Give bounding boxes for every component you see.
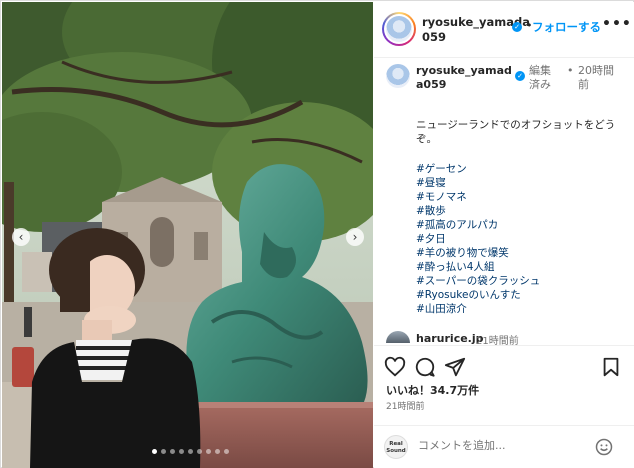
hashtag-link[interactable]: #昼寝 — [416, 176, 616, 190]
hashtag-list: #ゲーセン #昼寝 #モノマネ #散歩 #孤高のアルパカ #夕日 #羊の被り物で爆笑 #酔っ払… — [416, 162, 616, 316]
photo-illustration — [2, 2, 373, 468]
follow-button[interactable]: フォローする — [532, 19, 601, 35]
hashtag-link[interactable]: #モノマネ — [416, 190, 616, 204]
carousel-dot — [179, 449, 184, 454]
carousel-dot — [161, 449, 166, 454]
comment-composer: Real Sound — [374, 425, 634, 468]
more-options-icon[interactable]: ••• — [602, 16, 632, 32]
verified-badge-icon: ✓ — [512, 22, 522, 32]
post-timestamp[interactable]: 21時間前 — [386, 399, 424, 412]
carousel-dot — [188, 449, 193, 454]
carousel-dot — [170, 449, 175, 454]
author-avatar[interactable] — [382, 12, 416, 46]
likes-count[interactable]: いいね！34.7万件 — [386, 382, 479, 398]
hashtag-link[interactable]: #孤高のアルパカ — [416, 218, 616, 232]
post-header: ryosuke_yamada059 ✓ • フォローする ••• — [374, 2, 634, 58]
caption-time[interactable]: 20時間前 — [578, 64, 618, 92]
hashtag-link[interactable]: #Ryosukeのいんすた — [416, 288, 616, 302]
carousel-dot — [215, 449, 220, 454]
carousel-indicator — [152, 449, 229, 454]
edited-label: 編集済み — [529, 64, 551, 91]
hashtag-link[interactable]: #羊の被り物で爆笑 — [416, 246, 616, 260]
author-avatar-border — [384, 14, 414, 44]
post-side-panel: ryosuke_yamada059 ✓ • フォローする ••• ryosuke… — [374, 2, 634, 468]
comment-input[interactable] — [418, 439, 588, 452]
hashtag-link[interactable]: #酔っ払い4人組 — [416, 260, 616, 274]
smiley-icon[interactable] — [594, 437, 614, 457]
hashtag-link[interactable]: #散歩 — [416, 204, 616, 218]
hashtag-link[interactable]: #夕日 — [416, 232, 616, 246]
caption-author-username[interactable]: ryosuke_yamada059 — [416, 64, 516, 92]
caption-author-avatar[interactable] — [386, 64, 410, 88]
bookmark-icon[interactable] — [600, 356, 622, 378]
verified-badge-icon: ✓ — [515, 71, 525, 81]
hashtag-link[interactable]: #ゲーセン — [416, 162, 616, 176]
caption-separator: • — [567, 64, 574, 77]
carousel-dot — [206, 449, 211, 454]
comment-bubble-icon[interactable] — [414, 356, 436, 378]
carousel-dot — [152, 449, 157, 454]
caption-text: ニュージーランドでのオフショットをどうぞ。 — [416, 119, 616, 145]
hashtag-link[interactable]: #山田涼介 — [416, 302, 616, 316]
carousel-dot — [224, 449, 229, 454]
commenter-avatar[interactable] — [386, 331, 410, 343]
author-avatar-image — [386, 16, 412, 42]
carousel-prev-button[interactable]: ‹ — [12, 228, 30, 246]
heart-icon[interactable] — [384, 356, 406, 378]
carousel-dot — [197, 449, 202, 454]
post-photo[interactable]: ‹ › — [2, 2, 373, 468]
current-user-avatar: Real Sound — [384, 435, 408, 459]
comment-row: harurice.jp 21時間前 — [374, 328, 634, 347]
action-bar: いいね！34.7万件 21時間前 Real Sound — [374, 345, 634, 468]
send-icon[interactable] — [444, 356, 466, 378]
hashtag-link[interactable]: #スーパーの袋クラッシュ — [416, 274, 616, 288]
commenter-username[interactable]: harurice.jp — [416, 332, 484, 345]
instagram-post-card: ‹ › ryosuke_yamada059 ✓ • フォローする ••• ryo… — [0, 0, 634, 468]
carousel-next-button[interactable]: › — [346, 228, 364, 246]
